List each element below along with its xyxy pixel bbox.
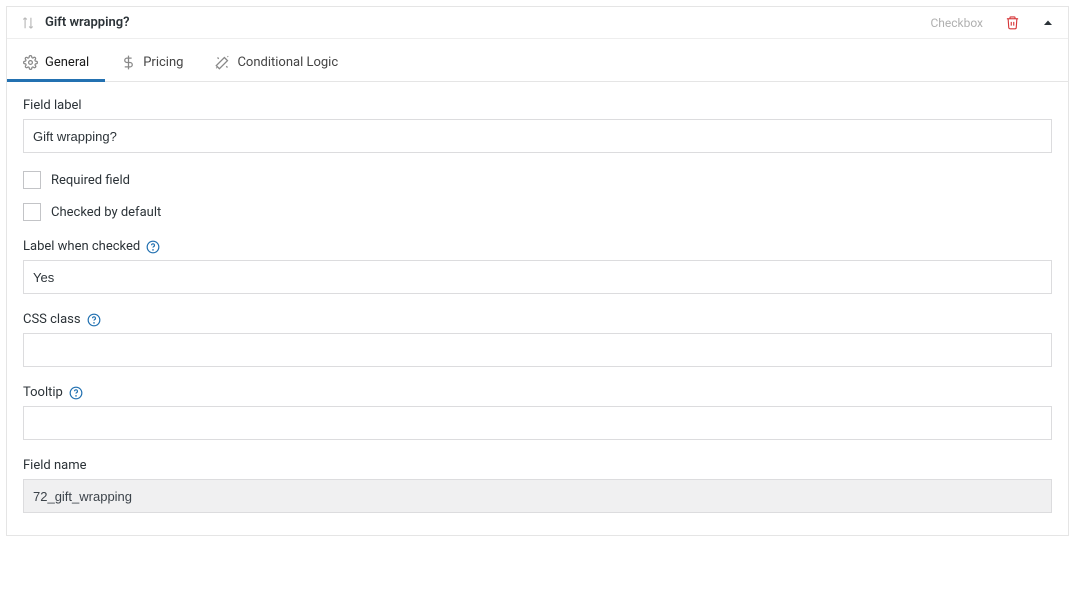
field-name-label: Field name xyxy=(23,458,87,473)
css-class-group: CSS class xyxy=(23,312,1052,367)
field-label-label: Field label xyxy=(23,98,82,113)
tooltip-input[interactable] xyxy=(23,406,1052,440)
help-icon[interactable] xyxy=(87,313,101,327)
delete-icon[interactable] xyxy=(1005,15,1020,30)
gear-icon xyxy=(23,55,38,70)
tab-general[interactable]: General xyxy=(7,45,105,81)
checked-default-row: Checked by default xyxy=(23,203,1052,221)
tabs-bar: General Pricing Conditional Logic xyxy=(7,45,1068,82)
css-class-label: CSS class xyxy=(23,312,81,327)
panel-title: Gift wrapping? xyxy=(45,15,920,30)
label-when-checked-label: Label when checked xyxy=(23,239,140,254)
dollar-icon xyxy=(121,55,136,70)
help-icon[interactable] xyxy=(69,386,83,400)
tab-pricing-label: Pricing xyxy=(143,55,183,70)
field-panel: Gift wrapping? Checkbox General xyxy=(6,6,1069,536)
wand-icon xyxy=(215,55,230,70)
checked-default-label: Checked by default xyxy=(51,205,161,220)
help-icon[interactable] xyxy=(146,240,160,254)
tooltip-group: Tooltip xyxy=(23,385,1052,440)
required-field-checkbox[interactable] xyxy=(23,171,41,189)
checked-default-checkbox[interactable] xyxy=(23,203,41,221)
collapse-icon[interactable] xyxy=(1042,17,1054,29)
required-field-label: Required field xyxy=(51,173,130,188)
field-label-input[interactable] xyxy=(23,119,1052,153)
css-class-input[interactable] xyxy=(23,333,1052,367)
tooltip-label: Tooltip xyxy=(23,385,63,400)
panel-type-label: Checkbox xyxy=(930,16,983,30)
tab-conditional-label: Conditional Logic xyxy=(237,55,338,70)
drag-handle-icon[interactable] xyxy=(21,16,35,30)
field-label-group: Field label xyxy=(23,98,1052,153)
tab-pricing[interactable]: Pricing xyxy=(105,45,199,81)
panel-header: Gift wrapping? Checkbox xyxy=(7,7,1068,39)
required-field-row: Required field xyxy=(23,171,1052,189)
field-name-input[interactable] xyxy=(23,479,1052,513)
label-when-checked-input[interactable] xyxy=(23,260,1052,294)
label-when-checked-group: Label when checked xyxy=(23,239,1052,294)
tab-conditional-logic[interactable]: Conditional Logic xyxy=(199,45,354,81)
tab-general-label: General xyxy=(45,55,89,70)
panel-body: Field label Required field Checked by de… xyxy=(7,82,1068,535)
field-name-group: Field name xyxy=(23,458,1052,513)
